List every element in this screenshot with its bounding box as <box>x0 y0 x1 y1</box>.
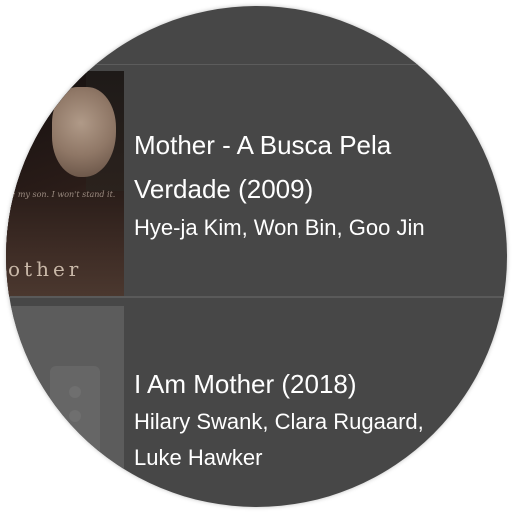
movie-poster: le my son. I won't stand it. other <box>6 71 124 297</box>
movie-poster <box>6 306 124 507</box>
movie-result-item[interactable]: le my son. I won't stand it. other Mothe… <box>6 65 507 297</box>
movie-result-item[interactable]: I Am Mother (2018) Hilary Swank, Clara R… <box>6 298 507 507</box>
zoomed-search-results: le my son. I won't stand it. other Mothe… <box>6 6 507 507</box>
movie-title: I Am Mother (2018) <box>134 369 357 399</box>
movie-cast: Hilary Swank, Clara Rugaard, Luke Hawker <box>134 409 424 470</box>
poster-title: other <box>8 257 83 281</box>
movie-title: Mother - A Busca Pela Verdade (2009) <box>134 130 392 204</box>
movie-cast: Hye-ja Kim, Won Bin, Goo Jin <box>134 215 425 240</box>
poster-tagline: le my son. I won't stand it. <box>8 190 116 199</box>
